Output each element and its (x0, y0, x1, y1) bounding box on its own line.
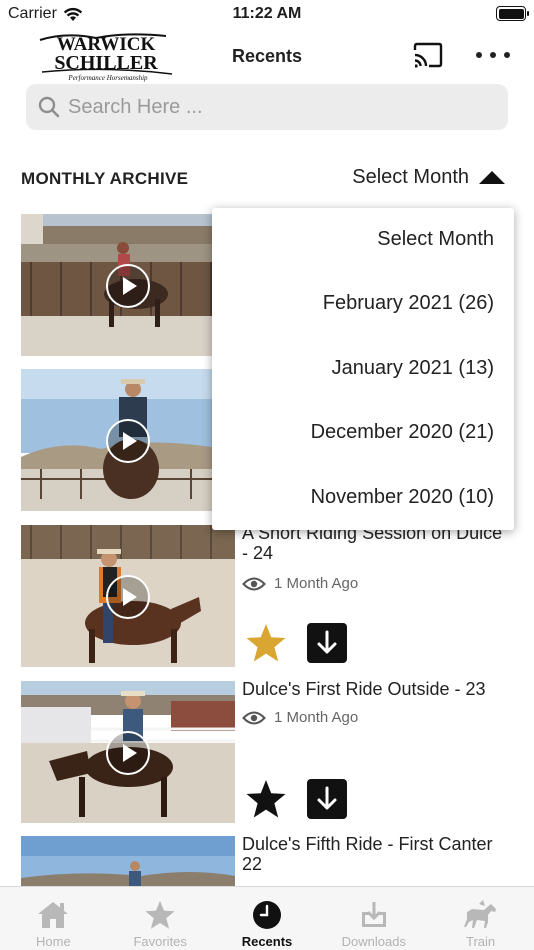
bottom-tab-bar: Home Favorites Recents Downloads Train (0, 886, 534, 950)
favorite-star-icon[interactable] (245, 623, 287, 663)
tab-recents[interactable]: Recents (214, 887, 321, 950)
search-bar[interactable] (26, 84, 508, 130)
eye-icon (242, 711, 266, 724)
eye-icon (242, 577, 266, 590)
play-icon[interactable] (106, 419, 150, 463)
svg-text:Performance Horsemanship: Performance Horsemanship (67, 74, 148, 82)
search-icon (38, 96, 60, 118)
play-icon[interactable] (106, 731, 150, 775)
caret-up-icon (479, 171, 505, 184)
video-thumbnail[interactable] (21, 214, 235, 356)
dropdown-option-february-2021[interactable]: February 2021 (26) (323, 292, 494, 315)
cast-icon[interactable] (412, 42, 444, 68)
dropdown-option-november-2020[interactable]: November 2020 (10) (311, 486, 494, 509)
select-month-label: Select Month (352, 166, 469, 188)
app-header: WARWICK SCHILLER Performance Horsemanshi… (0, 28, 534, 84)
video-age: 1 Month Ago (274, 709, 359, 726)
tab-train[interactable]: Train (427, 887, 534, 950)
video-thumbnail[interactable] (21, 836, 235, 886)
dropdown-option-december-2020[interactable]: December 2020 (21) (311, 421, 494, 444)
video-thumbnail[interactable] (21, 369, 235, 511)
video-meta: 1 Month Ago (242, 575, 358, 592)
star-icon (145, 900, 175, 929)
dropdown-option-january-2021[interactable]: January 2021 (13) (332, 357, 494, 380)
more-options-icon[interactable] (476, 42, 510, 68)
dropdown-option-select-month[interactable]: Select Month (377, 228, 494, 251)
play-icon[interactable] (106, 575, 150, 619)
tab-label: Train (466, 934, 496, 949)
tab-label: Favorites (133, 934, 187, 949)
download-arrow-icon (317, 786, 337, 810)
video-actions (245, 623, 347, 663)
status-bar: Carrier 11:22 AM (0, 0, 534, 28)
video-thumbnail[interactable] (21, 681, 235, 823)
select-month-button[interactable]: Select Month (352, 166, 505, 189)
download-icon (361, 902, 386, 927)
video-item[interactable]: Dulce's Fifth Ride - First Canter 22 (21, 836, 514, 886)
clock-icon (252, 901, 281, 929)
tab-favorites[interactable]: Favorites (107, 887, 214, 950)
monthly-archive-label: MONTHLY ARCHIVE (21, 169, 189, 188)
tab-label: Home (36, 934, 71, 949)
home-icon (38, 902, 69, 928)
clock: 11:22 AM (232, 5, 302, 22)
page-title: Recents (231, 46, 303, 66)
download-arrow-icon (317, 630, 337, 654)
video-item[interactable]: A Short Riding Session on Dulce - 24 1 M… (21, 523, 514, 667)
month-dropdown-menu: Select Month February 2021 (26) January … (212, 208, 514, 530)
search-input[interactable] (68, 95, 468, 119)
video-title[interactable]: Dulce's Fifth Ride - First Canter 22 (242, 836, 512, 874)
tab-home[interactable]: Home (0, 887, 107, 950)
video-actions (245, 779, 347, 819)
battery-icon (496, 6, 529, 21)
download-button[interactable] (307, 623, 347, 663)
tab-downloads[interactable]: Downloads (320, 887, 427, 950)
video-item[interactable]: Dulce's First Ride Outside - 23 1 Month … (21, 679, 514, 823)
favorite-star-icon[interactable] (245, 779, 287, 819)
monthly-archive-row: MONTHLY ARCHIVE Select Month (21, 160, 511, 196)
video-meta: 1 Month Ago (242, 709, 358, 726)
horse-icon (463, 900, 496, 928)
video-thumbnail[interactable] (21, 525, 235, 667)
tab-label: Downloads (341, 934, 406, 949)
download-button[interactable] (307, 779, 347, 819)
video-title[interactable]: Dulce's First Ride Outside - 23 (242, 679, 512, 699)
video-age: 1 Month Ago (274, 575, 359, 592)
play-icon[interactable] (106, 264, 150, 308)
tab-label: Recents (241, 934, 293, 949)
